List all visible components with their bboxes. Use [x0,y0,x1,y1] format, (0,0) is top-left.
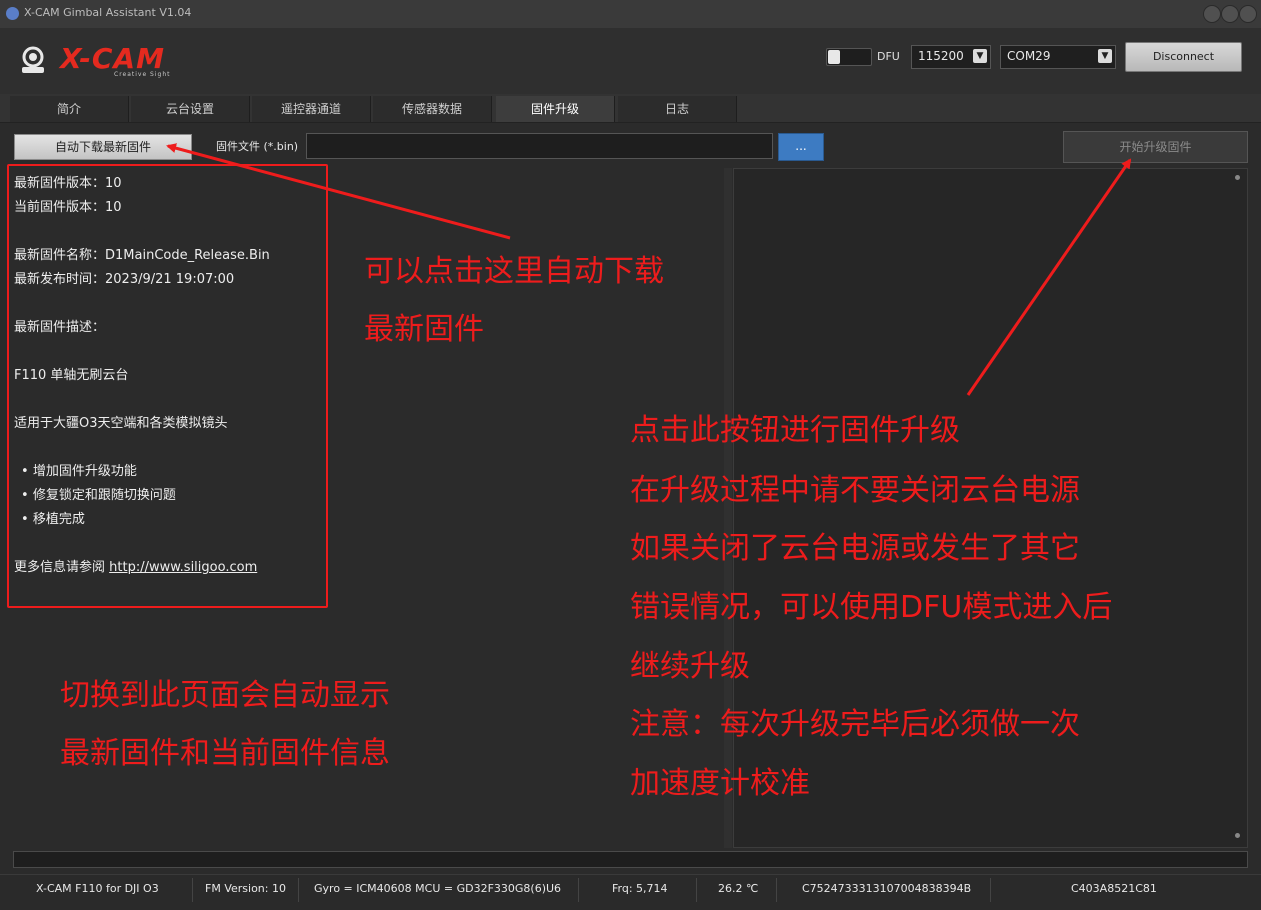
status-serial: C403A8521C81 [1071,882,1157,895]
annotation-text: 切换到此页面会自动显示 [60,678,390,713]
annotation-text: 注意：每次升级完毕后必须做一次 [630,707,1080,742]
scroll-down-indicator[interactable] [1235,833,1240,838]
status-divider [776,878,777,902]
port-value: COM29 [1007,49,1051,63]
disconnect-button[interactable]: Disconnect [1125,42,1242,72]
annotation-text: 点击此按钮进行固件升级 [630,413,960,448]
app-icon [6,7,19,20]
tab-intro[interactable]: 简介 [10,96,129,122]
firmware-file-label: 固件文件 (*.bin) [216,140,299,153]
status-sensors: Gyro = ICM40608 MCU = GD32F330G8(6)U6 [314,882,562,895]
logo-subtitle: Creative Sight [114,71,171,78]
start-upgrade-button[interactable]: 开始升级固件 [1063,131,1248,163]
baud-rate-value: 115200 [918,49,964,63]
annotation-text: 如果关闭了云台电源或发生了其它 [630,531,1080,566]
toggle-knob [828,50,840,64]
auto-download-button[interactable]: 自动下载最新固件 [14,134,192,160]
firmware-file-input[interactable] [306,133,773,159]
status-divider [990,878,991,902]
status-divider [192,878,193,902]
annotation-text: 错误情况，可以使用DFU模式进入后 [630,590,1113,625]
status-frequency: Frq: 5,714 [612,882,668,895]
status-divider [578,878,579,902]
chevron-down-icon: ▼ [973,49,987,63]
annotation-highlight-box [7,164,328,608]
annotation-text: 最新固件和当前固件信息 [60,736,390,771]
status-fm-version: FM Version: 10 [205,882,286,895]
baud-rate-select[interactable]: 115200 ▼ [911,45,991,69]
camera-logo-icon [22,46,44,73]
tab-log[interactable]: 日志 [618,96,737,122]
annotation-text: 最新固件 [364,312,484,347]
tab-firmware-upgrade[interactable]: 固件升级 [496,96,615,122]
maximize-button[interactable] [1221,5,1239,23]
status-divider [696,878,697,902]
dfu-toggle[interactable] [826,48,872,66]
chevron-down-icon: ▼ [1098,49,1112,63]
status-temperature: 26.2 ℃ [718,882,759,895]
dfu-label: DFU [877,50,900,63]
status-device-id: C752473331310700483839​4B [802,882,972,895]
title-bar: X-CAM Gimbal Assistant V1.04 [0,0,1261,29]
annotation-text: 加速度计校准 [630,766,810,801]
annotation-text: 继续升级 [630,649,750,684]
scroll-up-indicator[interactable] [1235,175,1240,180]
annotation-text: 可以点击这里自动下载 [364,254,664,289]
minimize-button[interactable] [1203,5,1221,23]
status-device: X-CAM F110 for DJI O3 [36,882,159,895]
tab-sensor-data[interactable]: 传感器数据 [373,96,492,122]
annotation-text: 在升级过程中请不要关闭云台电源 [630,473,1080,508]
window-title: X-CAM Gimbal Assistant V1.04 [24,6,192,19]
close-button[interactable] [1239,5,1257,23]
upgrade-progress-bar [13,851,1248,868]
tab-rc-channels[interactable]: 遥控器通道 [252,96,371,122]
port-select[interactable]: COM29 ▼ [1000,45,1116,69]
tab-gimbal-settings[interactable]: 云台设置 [131,96,250,122]
browse-button[interactable]: ... [778,133,824,161]
status-divider [298,878,299,902]
